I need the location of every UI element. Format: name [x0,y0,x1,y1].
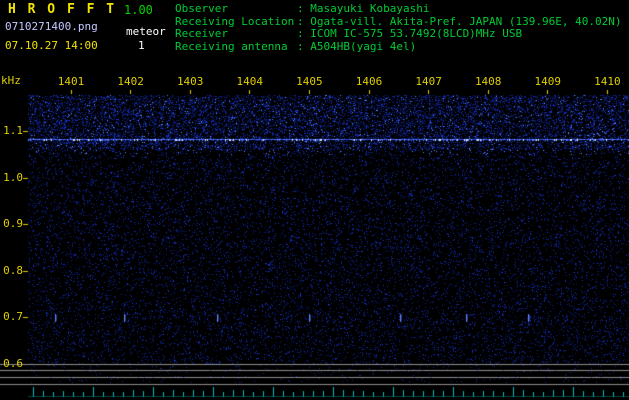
station-info-value: : ICOM IC-575 53.7492(8LCD)MHz USB [297,27,523,40]
time-tick-label: 1404 [236,75,264,88]
freq-tick-label: 0.7 [3,310,23,323]
freq-tick-label: 0.6 [3,357,23,370]
time-tick-label: 1409 [534,75,562,88]
time-tick-label: 1402 [117,75,144,88]
time-tick-label: 1406 [355,75,383,88]
output-filename: 0710271400.png [5,20,98,33]
freq-tick-label: 0.8 [3,264,23,277]
station-info-label: Receiving antenna [175,39,288,53]
station-info-value: : A504HB(yagi 4el) [297,39,417,53]
station-info-label: Receiver [175,27,228,40]
time-tick-label: 1403 [176,75,204,88]
freq-tick-label: 0.9 [3,217,23,230]
station-info-block: Observer: Masayuki Kobayashi Receiving Lo… [175,2,622,54]
app-version: 1.00 [124,3,153,17]
meteor-counter-label: meteor [126,25,166,38]
station-info-value: : Masayuki Kobayashi [297,2,430,15]
time-tick-label: 1410 [594,75,621,88]
meteor-counter-value: 1 [138,39,145,52]
time-tick-label: 1408 [474,75,502,88]
time-tick-label: 1405 [296,75,323,88]
y-axis-unit-label: kHz [1,74,21,87]
station-info-row: Receiving antenna : A504HB(yagi 4el) [175,39,622,54]
time-tick-label: 1407 [415,75,442,88]
time-tick-label: 1401 [57,75,85,88]
capture-timestamp: 07.10.27 14:00 [5,39,98,52]
freq-tick-label: 1.0 [3,171,23,184]
spectrogram-canvas [0,0,629,400]
freq-tick-label: 1.1 [3,124,23,137]
station-info-value: : Ogata-vill. Akita-Pref. JAPAN (139.96E… [297,14,622,28]
app-title: H R O F F T [8,2,117,17]
hrofft-window: H R O F F T 1.00 0710271400.png 07.10.27… [0,0,629,400]
station-info-label: Observer [175,2,228,15]
